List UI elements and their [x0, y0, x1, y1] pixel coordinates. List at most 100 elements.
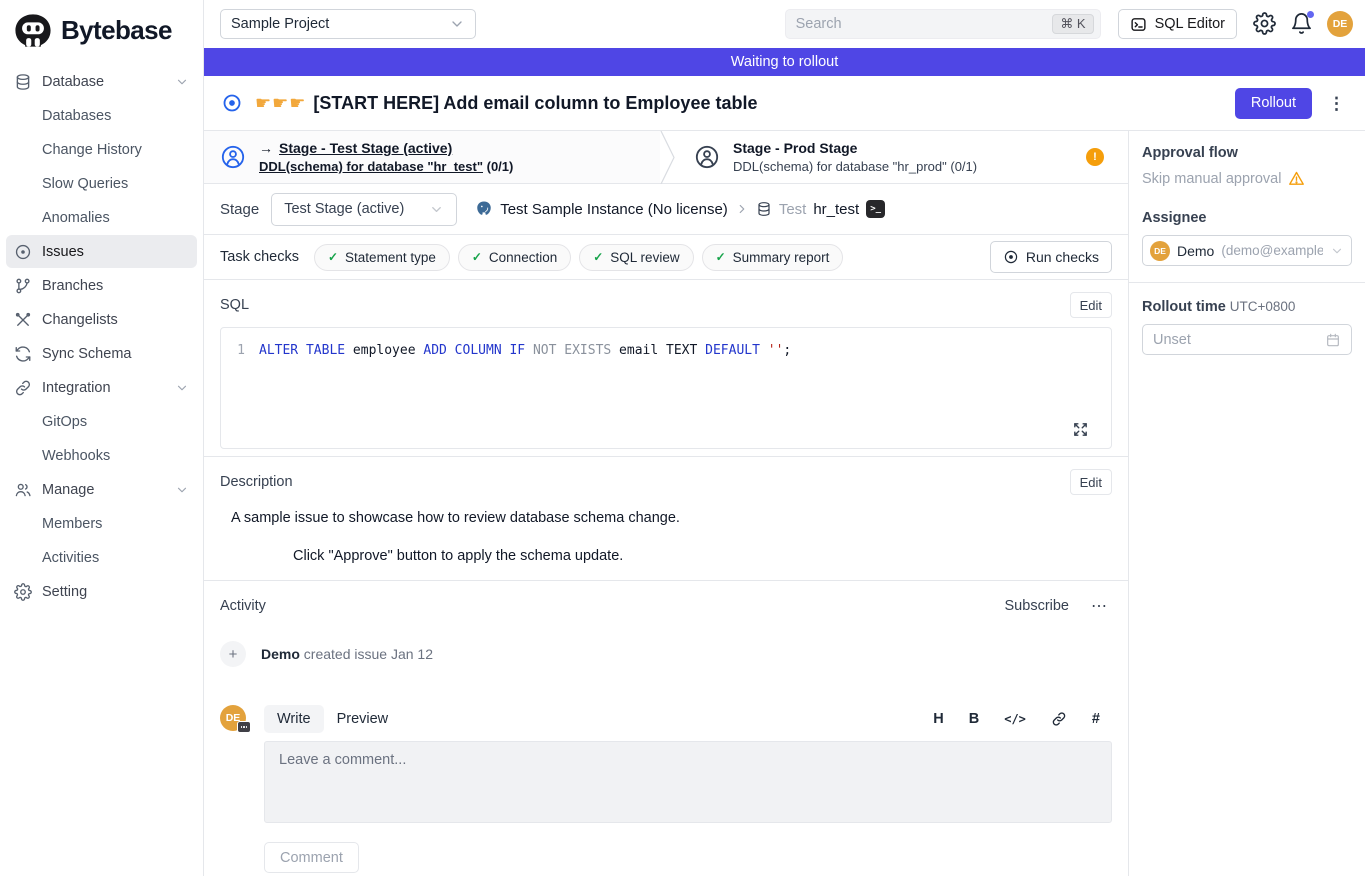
code-icon[interactable]: </>: [1004, 712, 1026, 726]
comment-input[interactable]: [264, 741, 1112, 823]
line-number: 1: [221, 341, 259, 360]
brand-logo[interactable]: Bytebase: [0, 0, 203, 58]
chevron-down-icon: [175, 381, 189, 395]
postgresql-icon: [475, 200, 493, 218]
description-edit-button[interactable]: Edit: [1070, 469, 1112, 495]
kebab-menu-icon[interactable]: ⋮: [1328, 95, 1345, 112]
issue-header: ☛☛☛ [START HERE] Add email column to Emp…: [204, 76, 1365, 131]
expand-icon[interactable]: [1072, 421, 1089, 438]
stage-select[interactable]: Test Stage (active): [271, 193, 457, 226]
comment-submit-button[interactable]: Comment: [264, 842, 359, 873]
instance-name[interactable]: Test Sample Instance (No license): [500, 201, 728, 218]
sidebar-item-issues[interactable]: Issues: [6, 235, 197, 268]
changelist-icon: [14, 311, 32, 329]
check-pill-connection[interactable]: ✓Connection: [458, 244, 571, 271]
sidebar-item-change-history[interactable]: Change History: [6, 133, 197, 166]
chevron-down-icon: [449, 16, 465, 32]
rollout-time-title: Rollout timeUTC+0800: [1142, 299, 1352, 315]
notifications-bell-icon[interactable]: [1290, 12, 1314, 36]
assignee-name: Demo: [1177, 243, 1214, 259]
heading-icon[interactable]: H: [933, 711, 943, 727]
check-pill-statement-type[interactable]: ✓Statement type: [314, 244, 450, 271]
stage-task: DDL(schema) for database "hr_prod": [733, 159, 947, 174]
task-check-pills: ✓Statement type ✓Connection ✓SQL review …: [314, 244, 843, 271]
assignee-select[interactable]: DE Demo (demo@example: [1142, 235, 1352, 266]
sidebar-item-changelists[interactable]: Changelists: [6, 303, 197, 336]
link-icon[interactable]: [1051, 711, 1067, 727]
users-icon: [14, 481, 32, 499]
sql-editor[interactable]: 1 ALTER TABLE employee ADD COLUMN IF NOT…: [220, 327, 1112, 449]
stage-title-link[interactable]: Stage - Test Stage (active): [279, 140, 452, 156]
stage-task-count: (0/1): [950, 159, 977, 174]
hash-icon[interactable]: #: [1092, 711, 1100, 727]
topbar: Sample Project ⌘ K SQL Editor DE: [204, 0, 1365, 48]
notification-dot: [1307, 11, 1314, 18]
assignee-avatar: DE: [1150, 241, 1170, 261]
user-avatar[interactable]: DE: [1327, 11, 1353, 37]
search-box[interactable]: ⌘ K: [785, 9, 1101, 39]
database-name[interactable]: hr_test: [813, 201, 859, 218]
approval-flow-title: Approval flow: [1142, 145, 1352, 161]
stage-task-link[interactable]: DDL(schema) for database "hr_test": [259, 159, 483, 174]
sidebar-item-gitops[interactable]: GitOps: [6, 405, 197, 438]
stage-title: Stage - Prod Stage: [733, 140, 977, 156]
sidebar-item-slow-queries[interactable]: Slow Queries: [6, 167, 197, 200]
sidebar-item-sync-schema[interactable]: Sync Schema: [6, 337, 197, 370]
main-area: Sample Project ⌘ K SQL Editor DE: [204, 0, 1365, 876]
stage-card-test[interactable]: →Stage - Test Stage (active) DDL(schema)…: [204, 131, 660, 183]
check-pill-sql-review[interactable]: ✓SQL review: [579, 244, 693, 271]
chevron-down-icon: [1330, 244, 1344, 258]
sidebar-item-members[interactable]: Members: [6, 507, 197, 540]
check-pill-summary-report[interactable]: ✓Summary report: [702, 244, 844, 271]
bytebase-robot-icon: [14, 13, 52, 48]
project-select[interactable]: Sample Project: [220, 9, 476, 39]
bold-icon[interactable]: B: [969, 711, 979, 727]
description-heading: Description: [220, 474, 293, 490]
database-breadcrumb: Test Sample Instance (No license) Test h…: [475, 200, 885, 218]
rollout-button[interactable]: Rollout: [1235, 88, 1312, 119]
stage-label: Stage: [220, 201, 259, 218]
sidebar-item-webhooks[interactable]: Webhooks: [6, 439, 197, 472]
sql-heading: SQL: [220, 297, 249, 313]
sql-edit-button[interactable]: Edit: [1070, 292, 1112, 318]
activity-section: Activity Subscribe ⋯ + Demo created issu…: [204, 581, 1128, 873]
chat-bubble-icon: [237, 721, 251, 733]
search-input[interactable]: [796, 16, 1053, 32]
subscribe-button[interactable]: Subscribe: [1005, 598, 1069, 614]
description-section: Description Edit A sample issue to showc…: [204, 457, 1128, 581]
sidebar-item-anomalies[interactable]: Anomalies: [6, 201, 197, 234]
database-icon: [756, 201, 772, 217]
run-checks-icon: [1003, 249, 1019, 265]
open-sql-editor-icon[interactable]: >_: [866, 200, 885, 218]
tab-write[interactable]: Write: [264, 705, 324, 733]
comment-avatar: DE: [220, 705, 246, 873]
sql-editor-button[interactable]: SQL Editor: [1118, 9, 1237, 39]
sidebar-item-integration[interactable]: Integration: [6, 371, 197, 404]
settings-gear-icon[interactable]: [1253, 12, 1277, 36]
environment-label: Test: [779, 201, 807, 218]
sidebar-item-branches[interactable]: Branches: [6, 269, 197, 302]
sidebar-item-activities[interactable]: Activities: [6, 541, 197, 574]
right-panel: Approval flow Skip manual approval Assig…: [1129, 131, 1365, 876]
rollout-time-input[interactable]: Unset: [1142, 324, 1352, 355]
run-checks-button[interactable]: Run checks: [990, 241, 1112, 273]
markdown-toolbar: H B </> #: [933, 711, 1112, 727]
chevron-down-icon: [429, 202, 444, 217]
more-options-icon[interactable]: ⋯: [1091, 596, 1108, 616]
pointer-emojis: ☛☛☛: [255, 93, 306, 114]
sidebar-item-manage[interactable]: Manage: [6, 473, 197, 506]
sidebar-item-setting[interactable]: Setting: [6, 575, 197, 608]
assignee-title: Assignee: [1142, 210, 1352, 226]
sidebar-item-database[interactable]: Database: [6, 65, 197, 98]
rollout-time-placeholder: Unset: [1153, 332, 1191, 348]
sidebar-item-databases[interactable]: Databases: [6, 99, 197, 132]
description-text: Click "Approve" button to apply the sche…: [293, 548, 1112, 564]
task-checks-row: Task checks ✓Statement type ✓Connection …: [204, 235, 1128, 280]
approval-flow-value: Skip manual approval: [1142, 171, 1281, 187]
tab-preview[interactable]: Preview: [324, 705, 402, 733]
activity-item: + Demo created issue Jan 12: [220, 641, 1112, 667]
chevron-right-icon: [735, 202, 749, 216]
issue-content: →Stage - Test Stage (active) DDL(schema)…: [204, 131, 1129, 876]
sidebar-nav: Database Databases Change History Slow Q…: [0, 58, 203, 615]
stage-card-prod[interactable]: Stage - Prod Stage DDL(schema) for datab…: [678, 131, 1128, 183]
